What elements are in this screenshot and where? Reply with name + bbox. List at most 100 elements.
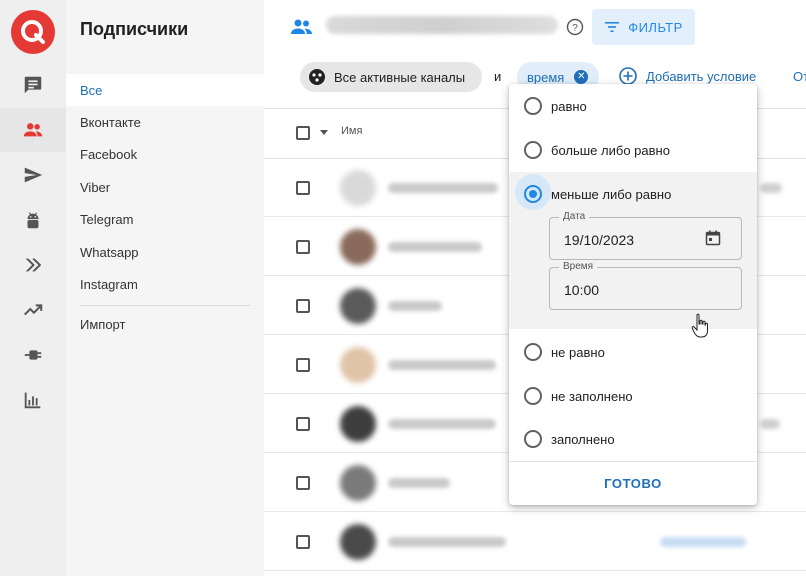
- chat-icon: [24, 76, 42, 94]
- row-name-blurred: [388, 537, 506, 547]
- sidebar-item-instagram[interactable]: Instagram: [66, 268, 264, 300]
- option-label: больше либо равно: [551, 142, 670, 158]
- avatar: [340, 347, 376, 383]
- sidebar-item-viber[interactable]: Viber: [66, 171, 264, 203]
- row-checkbox[interactable]: [296, 476, 310, 490]
- radio-button-selected[interactable]: [524, 185, 542, 203]
- add-condition-label: Добавить условие: [646, 68, 757, 84]
- time-field-label: Время: [559, 261, 598, 272]
- icon-rail: [0, 0, 66, 576]
- radio-button[interactable]: [524, 387, 542, 405]
- close-icon[interactable]: ✕: [574, 70, 589, 84]
- row-checkbox[interactable]: [296, 299, 310, 313]
- android-icon: [27, 212, 39, 229]
- name-column-header[interactable]: Имя: [341, 125, 362, 137]
- add-condition-button[interactable]: Добавить условие: [618, 66, 756, 86]
- option-filled[interactable]: заполнено: [509, 417, 757, 461]
- rail-subscribers[interactable]: [0, 108, 66, 152]
- row-checkbox[interactable]: [296, 417, 310, 431]
- cut-off-link[interactable]: От: [793, 69, 806, 84]
- sidebar-item-import[interactable]: Импорт: [66, 308, 264, 340]
- avatar: [340, 465, 376, 501]
- option-label: заполнено: [551, 431, 615, 447]
- row-checkbox[interactable]: [296, 358, 310, 372]
- sidebar-item-whatsapp[interactable]: Whatsapp: [66, 236, 264, 268]
- option-label: не равно: [551, 344, 605, 360]
- channels-icon: [309, 69, 325, 85]
- row-name-blurred: [388, 478, 450, 488]
- option-equal[interactable]: равно: [509, 84, 757, 128]
- subscribers-sidebar: Подписчики Все Вконтакте Facebook Viber …: [66, 0, 264, 576]
- logo-icon: [21, 20, 45, 44]
- help-icon[interactable]: ?: [566, 18, 584, 36]
- sidebar-title: Подписчики: [80, 19, 189, 39]
- rail-chat[interactable]: [0, 63, 66, 107]
- table-row[interactable]: [264, 513, 806, 571]
- row-checkbox[interactable]: [296, 535, 310, 549]
- radio-button[interactable]: [524, 141, 542, 159]
- bar-chart-icon: [24, 392, 41, 409]
- row-name-blurred: [388, 183, 498, 193]
- time-field[interactable]: Время 10:00: [549, 261, 742, 310]
- filter-button[interactable]: ФИЛЬТР: [592, 9, 695, 45]
- time-chip-label: время: [527, 69, 565, 85]
- radio-button[interactable]: [524, 343, 542, 361]
- avatar: [340, 406, 376, 442]
- people-icon: [23, 123, 43, 137]
- hand-cursor-icon: [691, 313, 708, 338]
- row-name-blurred: [388, 301, 442, 311]
- plug-icon: [24, 350, 42, 360]
- sidebar-item-telegram[interactable]: Telegram: [66, 203, 264, 235]
- rail-send[interactable]: [0, 153, 66, 197]
- row-value-blurred: [760, 183, 782, 193]
- channels-chip[interactable]: Все активные каналы: [300, 62, 482, 92]
- send-icon: [24, 167, 43, 183]
- row-value-blurred: [760, 419, 780, 429]
- option-label: равно: [551, 98, 587, 114]
- row-name-blurred: [388, 419, 496, 429]
- radio-button[interactable]: [524, 430, 542, 448]
- option-label: не заполнено: [551, 388, 633, 404]
- row-checkbox[interactable]: [296, 181, 310, 195]
- double-chevron-icon: [25, 258, 42, 272]
- rail-integrations[interactable]: [0, 333, 66, 377]
- avatar: [340, 524, 376, 560]
- rail-bots[interactable]: [0, 198, 66, 242]
- sidebar-item-vkontakte[interactable]: Вконтакте: [66, 106, 264, 138]
- date-field-label: Дата: [559, 211, 590, 222]
- radio-button[interactable]: [524, 97, 542, 115]
- rail-funnels[interactable]: [0, 243, 66, 287]
- sidebar-item-all[interactable]: Все: [66, 74, 264, 106]
- account-name-blurred: [326, 16, 558, 34]
- option-greater-or-equal[interactable]: больше либо равно: [509, 128, 757, 172]
- done-button[interactable]: ГОТОВО: [509, 462, 757, 505]
- row-link-blurred: [660, 537, 746, 547]
- channels-chip-label: Все активные каналы: [334, 69, 466, 85]
- calendar-icon[interactable]: [705, 230, 721, 246]
- date-field-value: 19/10/2023: [564, 232, 635, 248]
- filter-icon: [605, 22, 620, 32]
- time-field-value: 10:00: [564, 282, 600, 298]
- svg-text:?: ?: [572, 23, 578, 34]
- option-label: меньше либо равно: [551, 186, 672, 202]
- chevron-down-icon[interactable]: [320, 130, 328, 135]
- option-empty[interactable]: не заполнено: [509, 374, 757, 418]
- and-label: и: [494, 69, 502, 84]
- condition-dropdown: равно больше либо равно меньше либо равн…: [509, 84, 757, 505]
- avatar: [340, 288, 376, 324]
- date-field[interactable]: Дата 19/10/2023: [549, 211, 742, 260]
- rail-stats[interactable]: [0, 378, 66, 422]
- add-circle-icon: [619, 67, 637, 85]
- avatar: [340, 229, 376, 265]
- option-not-equal[interactable]: не равно: [509, 330, 757, 374]
- row-name-blurred: [388, 242, 482, 252]
- app-logo[interactable]: [11, 10, 55, 54]
- avatar: [340, 170, 376, 206]
- people-icon: [291, 19, 312, 34]
- trending-up-icon: [24, 304, 43, 316]
- sidebar-item-facebook[interactable]: Facebook: [66, 138, 264, 170]
- select-all-checkbox[interactable]: [296, 126, 310, 140]
- rail-growth[interactable]: [0, 288, 66, 332]
- row-checkbox[interactable]: [296, 240, 310, 254]
- option-less-or-equal[interactable]: меньше либо равно: [509, 172, 757, 216]
